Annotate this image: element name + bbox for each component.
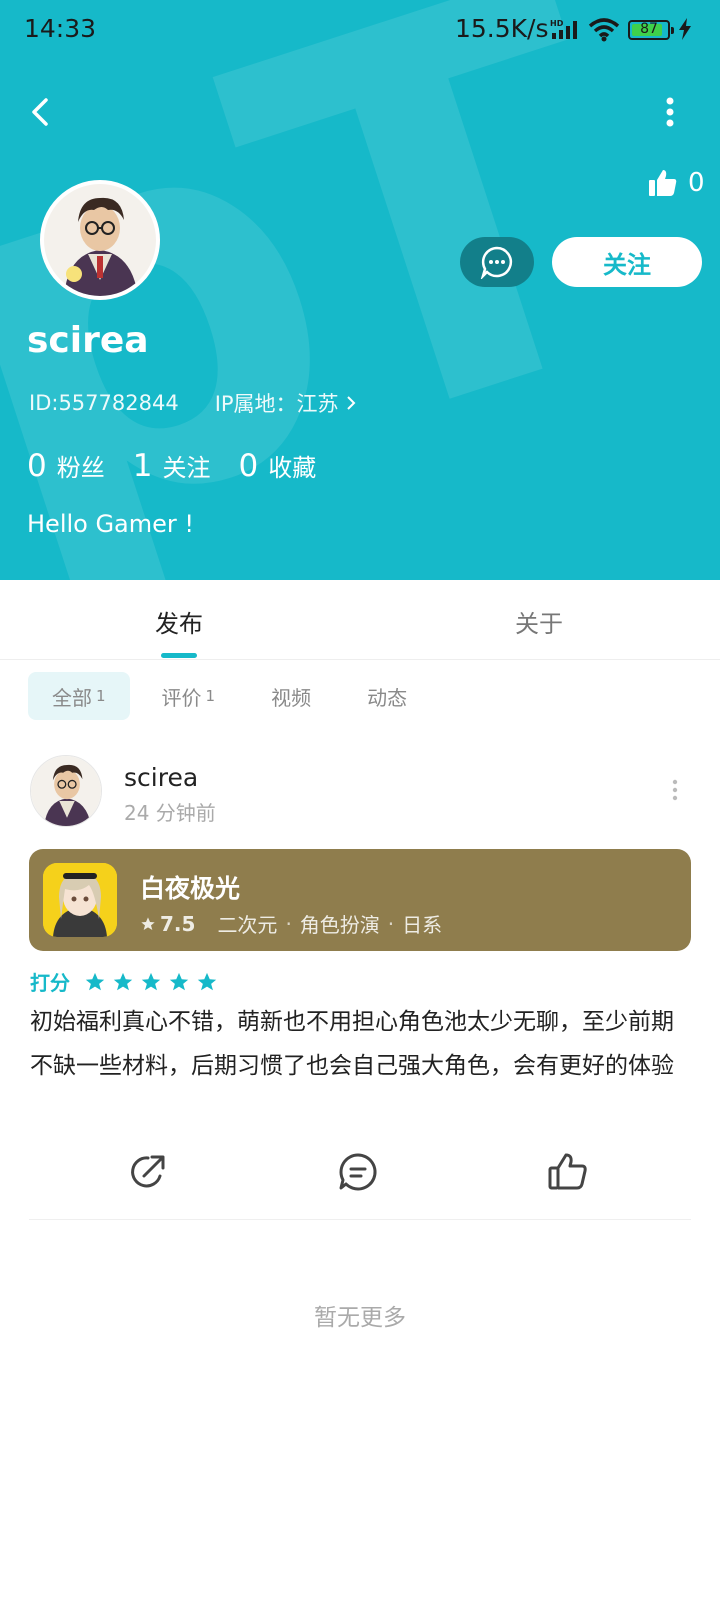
share-button[interactable] [126,1150,170,1194]
battery-icon: 87 [628,20,674,40]
follow-button[interactable]: 关注 [552,237,702,287]
filter-chips: 全部 1 评价 1 视频 动态 [28,672,439,720]
game-tag: 日系 [402,913,443,937]
profile-like-button[interactable]: 0 [648,168,705,198]
svg-text:HD: HD [550,19,564,28]
game-tag: 角色扮演 [299,913,380,937]
chevron-right-icon [346,396,355,410]
avatar-image [31,756,101,826]
game-title: 白夜极光 [140,874,241,903]
game-score: 7.5 [140,912,195,936]
star-icon [85,972,105,990]
back-button[interactable] [22,92,62,132]
game-card[interactable]: 白夜极光 7.5 二次元 · 角色扮演 · 日系 [29,849,691,951]
game-character-icon [43,863,117,937]
ip-location-link[interactable]: IP属地：江苏 [215,388,357,418]
profile-like-count: 0 [688,168,705,198]
battery-level: 87 [640,21,658,37]
stat-followers[interactable]: 0 粉丝 [27,448,105,484]
message-button[interactable] [460,237,534,287]
comment-button[interactable] [336,1150,380,1194]
charging-icon [678,18,692,44]
share-icon [131,1155,165,1188]
filter-videos[interactable]: 视频 [247,672,335,720]
profile-header: pT 14:33 15.5K/s HD 87 0 关注 scirea ID:55… [0,0,720,580]
comment-icon [339,1153,377,1191]
more-vertical-icon [672,779,678,801]
game-icon [43,863,117,937]
profile-username: scirea [27,320,149,361]
like-button[interactable] [546,1150,590,1194]
profile-tabs: 发布 关于 [0,580,720,660]
profile-id-row: ID:557782844 IP属地：江苏 [29,388,357,418]
post-timestamp: 24 分钟前 [124,801,216,825]
network-speed: 15.5K/s [455,14,549,43]
chevron-left-icon [32,98,48,126]
stat-following[interactable]: 1 关注 [133,448,211,484]
filter-all[interactable]: 全部 1 [28,672,130,720]
profile-bio: Hello Gamer ! [27,510,195,538]
active-tab-indicator [161,653,197,658]
game-meta: 7.5 二次元 · 角色扮演 · 日系 [140,909,442,938]
star-icon [169,972,189,990]
star-icon [141,916,155,930]
ip-location: IP属地：江苏 [214,392,339,416]
tab-publish[interactable]: 发布 [155,604,203,639]
profile-avatar[interactable] [40,180,160,300]
more-options-button[interactable] [650,92,690,132]
thumbs-up-icon [649,170,677,196]
wifi-icon [588,18,620,46]
chat-bubble-icon [480,246,513,279]
post-author-avatar[interactable] [30,755,102,827]
star-icon [113,972,133,990]
filter-reviews[interactable]: 评价 1 [138,672,240,720]
avatar-image [44,184,156,296]
game-tag: 二次元 [217,913,278,937]
status-bar: 14:33 15.5K/s HD 87 [0,0,720,60]
tab-about[interactable]: 关于 [515,604,563,639]
thumbs-up-icon [548,1153,587,1190]
post-author-name[interactable]: scirea [124,763,198,792]
post-divider [29,1219,691,1220]
post-more-button[interactable] [668,778,682,802]
star-icon [197,972,217,990]
stat-favorites[interactable]: 0 收藏 [238,448,316,484]
post-body-text: 初始福利真心不错，萌新也不用担心角色池太少无聊，至少前期不缺一些材料，后期习惯了… [30,1009,674,1079]
post-actions [0,1150,720,1200]
rating-label: 打分 [30,971,70,995]
end-of-list-text: 暂无更多 [314,1305,406,1331]
hd-signal-icon: HD [548,18,582,44]
more-vertical-icon [666,97,674,127]
post-rating: 打分 [30,967,218,996]
user-id: ID:557782844 [29,391,179,415]
star-icon [141,972,161,990]
status-time: 14:33 [24,14,97,43]
filter-moments[interactable]: 动态 [343,672,431,720]
profile-stats: 0 粉丝 1 关注 0 收藏 [27,448,316,484]
